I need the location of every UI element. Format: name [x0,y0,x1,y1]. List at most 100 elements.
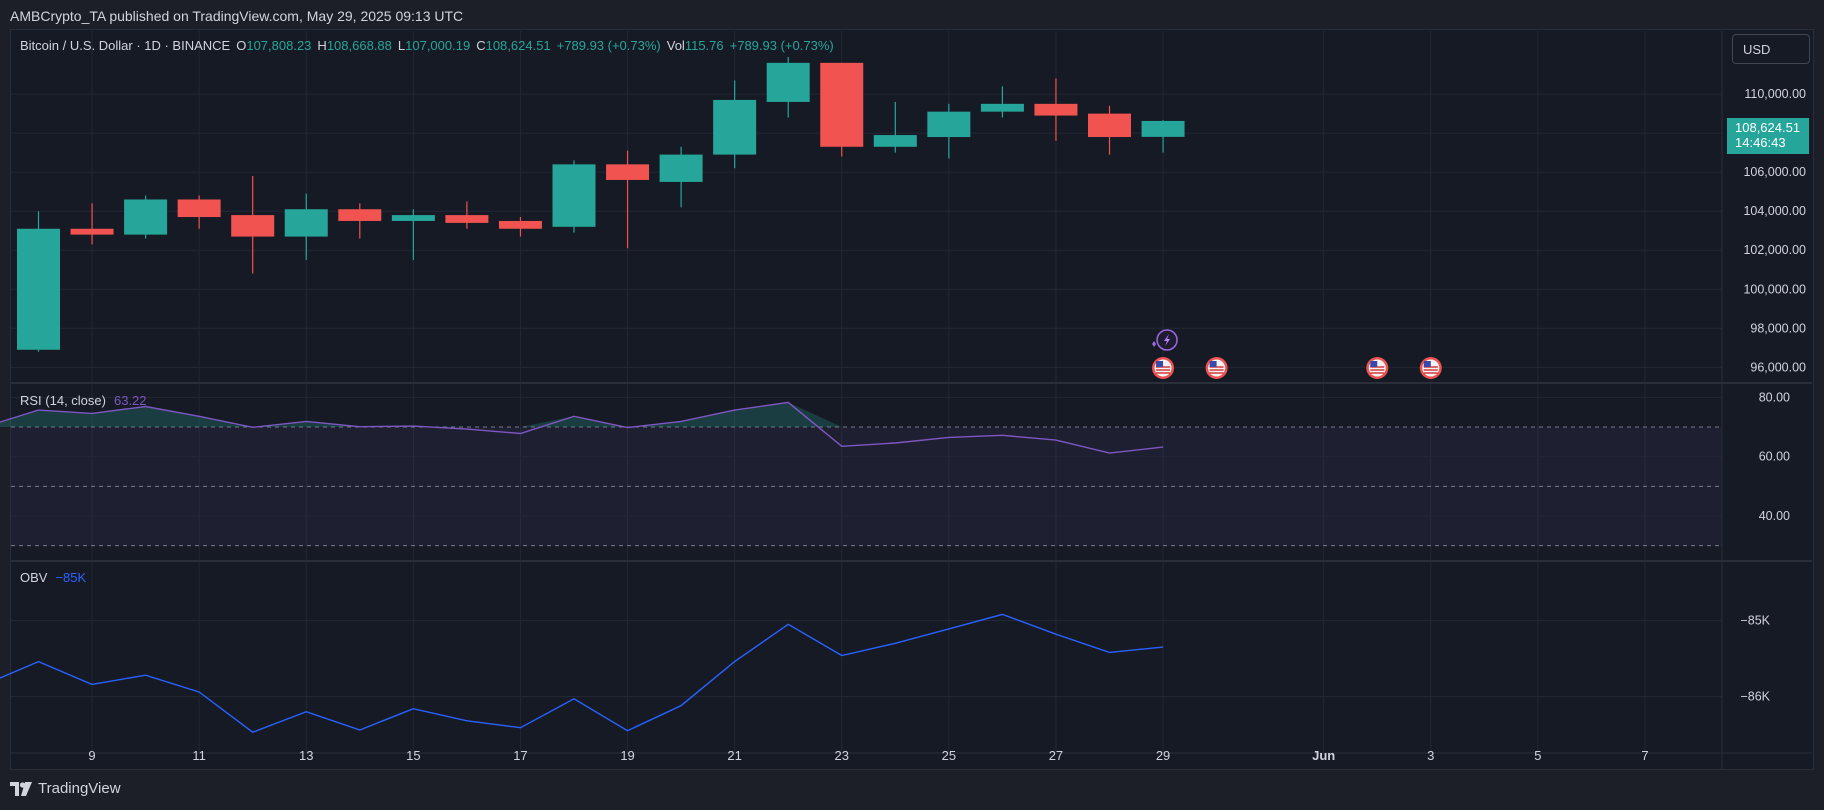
candle [124,195,168,239]
candle [873,101,917,153]
rsi-value: 63.22 [113,393,147,408]
candle [445,201,489,229]
time-axis-tick-label: 11 [192,748,206,763]
us-flag-icon [1366,357,1389,379]
candle [70,203,114,245]
price-axis-tick-label: 106,000.00 [1743,165,1806,179]
candle-body [713,99,757,155]
flag-canton [1423,361,1431,367]
time-axis-tick-label: 19 [620,748,634,763]
candle [338,203,382,239]
volume-change: +789.93 (+0.73%) [729,38,834,53]
open-value: 107,808.23 [246,38,312,53]
candle-body [820,62,864,147]
flag-canton [1156,361,1164,367]
candle-body [1141,120,1185,137]
ohlc-legend: Bitcoin / U.S. Dollar · 1D · BINANCE O10… [20,38,834,53]
candle-body [1088,113,1131,138]
lightning-spark [1152,341,1157,347]
rsi-overbought-fill [0,402,1163,428]
candle-body [338,209,382,221]
time-axis-tick-label: 13 [299,748,313,763]
rsi-axis-tick-label: 60.00 [1759,450,1790,464]
candle-body [498,220,542,229]
candle-body [391,215,435,221]
last-price-tag: 108,624.51 14:46:43 [1727,118,1809,154]
high-value: 108,668.88 [326,38,392,53]
close-label: C [476,38,486,53]
obv-axis-tick-label: −85K [1740,614,1770,628]
time-axis-tick-label: 5 [1534,748,1541,763]
time-axis-tick-label: 17 [513,748,527,763]
candle [659,146,703,208]
price-axis-tick-label: 110,000.00 [1744,87,1806,101]
candle [391,209,435,260]
candle-body [231,215,275,237]
time-axis-tick-label: 9 [88,748,95,763]
change-value: +789.93 (+0.73%) [556,38,661,53]
flag-canton [1370,361,1378,367]
price-axis-tick-label: 100,000.00 [1743,282,1806,296]
us-flag-icon [1152,357,1175,379]
candle [1088,105,1131,155]
time-axis-tick-label: 25 [942,748,956,763]
time-axis-tick-label: 7 [1641,748,1648,763]
chart-canvas[interactable]: 110,000.00108,000.00106,000.00104,000.00… [0,0,1824,810]
time-axis-tick-label: 15 [406,748,420,763]
high-label: H [317,38,327,53]
rsi-axis-tick-label: 40.00 [1759,509,1790,523]
close-value: 108,624.51 [485,38,551,53]
candle-body [284,209,328,237]
open-label: O [236,38,247,53]
candle [17,211,60,352]
candle [927,103,971,159]
volume-value: 115.76 [684,38,724,53]
flag-canton [1209,361,1217,367]
candle-body [1034,103,1078,116]
candle [606,150,650,249]
price-axis-tick-label: 98,000.00 [1750,321,1806,335]
candle [1141,120,1185,153]
symbol-title[interactable]: Bitcoin / U.S. Dollar · 1D · BINANCE [20,38,230,53]
lightning-icon [1152,329,1178,351]
rsi-title: RSI (14, close) [20,393,106,408]
candle [820,62,864,157]
rsi-axis-tick-label: 80.00 [1759,390,1790,404]
candle [980,86,1024,118]
candle-body [606,164,650,180]
price-axis-tick-label: 102,000.00 [1743,243,1806,257]
us-flag-icon [1419,357,1442,379]
currency-button[interactable]: USD [1732,34,1810,64]
candle [498,217,542,237]
us-flag-icon [1205,357,1228,379]
time-axis-tick-label: Jun [1312,748,1335,763]
obv-axis-tick-label: −86K [1740,690,1770,704]
volume-label: Vol [666,38,685,53]
obv-line [0,613,1164,733]
candle [1034,78,1078,141]
last-price: 108,624.51 [1735,120,1801,135]
candle [177,195,221,229]
low-value: 107,000.19 [405,38,471,53]
candle [552,160,596,233]
time-axis-tick-label: 27 [1049,748,1063,763]
price-axis-tick-label: 104,000.00 [1743,204,1806,218]
obv-value: −85K [55,570,87,585]
candle-body [980,103,1024,112]
candle-body [177,199,221,218]
candle-body [17,228,60,350]
brand-name: TradingView [38,780,121,797]
brand-footer[interactable]: TradingView [10,780,121,797]
candle-body [766,62,810,102]
obv-legend[interactable]: OBV −85K [20,570,86,585]
price-axis-tick-label: 96,000.00 [1750,360,1806,374]
time-axis-tick-label: 23 [835,748,849,763]
candle-body [124,199,168,235]
tradingview-logo-icon [10,781,32,796]
candle-body [70,228,114,235]
time-axis-tick-label: 29 [1156,748,1170,763]
candle [231,176,275,274]
time-axis-tick-label: 21 [727,748,741,763]
candle-body [659,154,703,182]
rsi-legend[interactable]: RSI (14, close) 63.22 [20,393,147,408]
